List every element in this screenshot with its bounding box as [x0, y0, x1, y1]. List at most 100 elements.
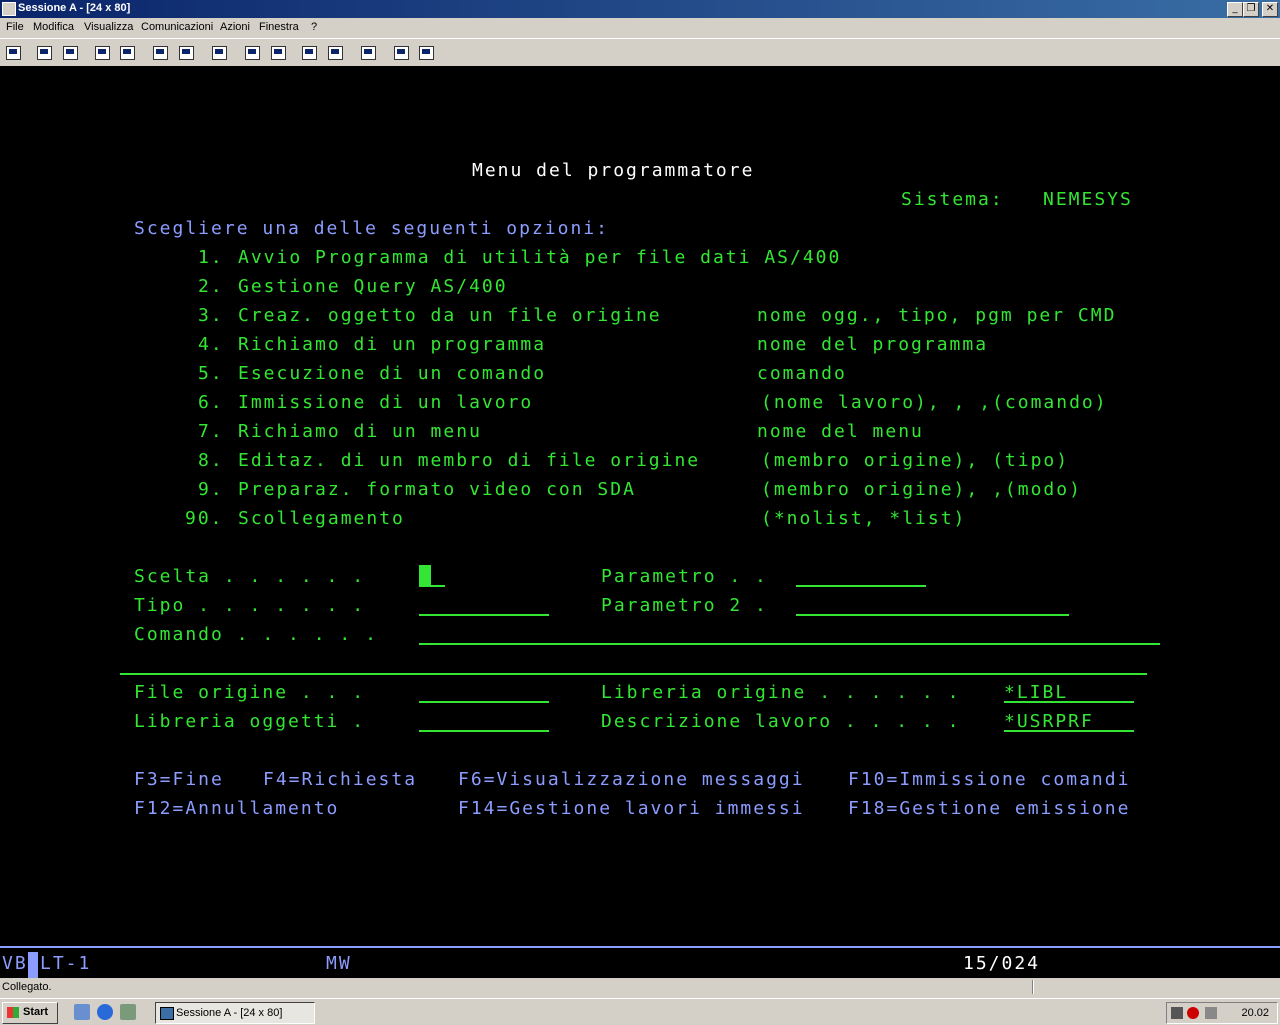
network-icon[interactable]	[120, 1004, 136, 1020]
menu-visualizza[interactable]: Visualizza	[84, 21, 133, 33]
scelta-input[interactable]	[419, 585, 445, 587]
display-icon[interactable]	[150, 43, 170, 62]
menu-finestra[interactable]: Finestra	[259, 21, 299, 33]
status-divider	[1032, 980, 1034, 994]
option-label: Avvio Programma di utilità per file dati…	[238, 247, 842, 268]
option-label: Immissione di un lavoro	[238, 392, 534, 413]
fkey-f14[interactable]: F14=Gestione lavori immessi	[458, 799, 805, 819]
show-desktop-icon[interactable]	[74, 1004, 90, 1020]
session-icon	[160, 1007, 174, 1020]
option-label: Editaz. di un membro di file origine	[238, 450, 701, 471]
menu-bar: File Modifica Visualizza Comunicazioni A…	[0, 18, 1280, 38]
window-title: Sessione A - [24 x 80]	[18, 2, 131, 14]
screen-title: Menu del programmatore	[472, 160, 755, 181]
copy-icon[interactable]	[34, 43, 54, 62]
text-cursor	[419, 565, 431, 585]
option-num: 2.	[198, 276, 224, 297]
tipo-input[interactable]	[419, 614, 549, 616]
windows-logo-icon	[7, 1007, 19, 1018]
system-tray: 20.02	[1166, 1002, 1278, 1024]
file-origine-label: File origine . . .	[134, 682, 366, 703]
fkey-f6[interactable]: F6=Visualizzazione messaggi	[458, 770, 805, 790]
comando-label: Comando . . . . . .	[134, 624, 378, 645]
parametro-label: Parametro . .	[601, 566, 768, 587]
print-screen-icon[interactable]	[3, 43, 23, 62]
cursor-position: 15/024	[963, 953, 1041, 974]
libreria-origine-label: Libreria origine . . . . . .	[601, 682, 961, 703]
fkey-f12[interactable]: F12=Annullamento	[134, 799, 339, 819]
option-label: Scollegamento	[238, 508, 405, 529]
help-icon[interactable]	[416, 43, 436, 62]
keyboard-icon[interactable]	[325, 43, 345, 62]
record-macro-icon[interactable]	[242, 43, 262, 62]
system-value: NEMESYS	[1043, 189, 1133, 210]
parametro-input[interactable]	[796, 585, 926, 587]
libreria-oggetti-input[interactable]	[419, 730, 549, 732]
send-file-icon[interactable]	[92, 43, 112, 62]
menu-file[interactable]: File	[6, 21, 24, 33]
menu-comunicazioni[interactable]: Comunicazioni	[141, 21, 213, 33]
option-num: 8.	[198, 450, 224, 471]
oia-indicator: VB	[2, 953, 28, 974]
option-hint: nome del menu	[757, 421, 924, 442]
option-hint: (nome lavoro), , ,(comando)	[761, 392, 1108, 413]
macro-icon[interactable]	[209, 43, 229, 62]
taskbar-item-label: Sessione A - [24 x 80]	[176, 1007, 283, 1019]
option-label: Richiamo di un programma	[238, 334, 547, 355]
oia-mode: MW	[326, 953, 352, 974]
network-status-icon[interactable]	[1171, 1007, 1183, 1019]
oia-status-line: VB LT-1 MW 15/024	[0, 946, 1280, 980]
option-hint: nome ogg., tipo, pgm per CMD	[757, 305, 1117, 326]
option-label: Creaz. oggetto da un file origine	[238, 305, 662, 326]
paste-icon[interactable]	[60, 43, 80, 62]
menu-help[interactable]: ?	[311, 21, 317, 33]
libreria-origine-input[interactable]	[1004, 701, 1134, 703]
play-macro-icon[interactable]	[299, 43, 319, 62]
clock: 20.02	[1241, 1007, 1269, 1019]
clipboard-icon[interactable]	[358, 43, 378, 62]
menu-modifica[interactable]: Modifica	[33, 21, 74, 33]
antivirus-icon[interactable]	[1187, 1007, 1199, 1019]
volume-icon[interactable]	[1205, 1007, 1217, 1019]
fkey-f4[interactable]: F4=Richiesta	[263, 770, 417, 790]
option-num: 4.	[198, 334, 224, 355]
option-num: 1.	[198, 247, 224, 268]
globe-icon[interactable]	[391, 43, 411, 62]
parametro2-label: Parametro 2 .	[601, 595, 768, 616]
file-origine-input[interactable]	[419, 701, 549, 703]
menu-azioni[interactable]: Azioni	[220, 21, 250, 33]
option-hint: (*nolist, *list)	[761, 508, 967, 529]
receive-file-icon[interactable]	[117, 43, 137, 62]
fkey-f10[interactable]: F10=Immissione comandi	[848, 770, 1130, 790]
taskbar-item-sessione[interactable]: Sessione A - [24 x 80]	[155, 1002, 315, 1024]
prompt-text: Scegliere una delle seguenti opzioni:	[134, 218, 609, 239]
fkey-f3[interactable]: F3=Fine	[134, 770, 224, 790]
option-hint: comando	[757, 363, 847, 384]
scelta-label: Scelta . . . . . .	[134, 566, 366, 587]
start-button[interactable]: Start	[2, 1002, 58, 1024]
descrizione-lavoro-label: Descrizione lavoro . . . . .	[601, 711, 961, 732]
internet-explorer-icon[interactable]	[97, 1004, 113, 1020]
status-bar: Collegato.	[0, 978, 1280, 996]
close-button[interactable]: ✕	[1262, 2, 1278, 17]
toolbar	[0, 38, 1280, 68]
libreria-origine-value: *LIBL	[1004, 682, 1069, 703]
descrizione-lavoro-input[interactable]	[1004, 730, 1134, 732]
terminal-screen[interactable]: Menu del programmatore Sistema: NEMESYS …	[0, 66, 1280, 946]
option-label: Gestione Query AS/400	[238, 276, 508, 297]
stop-macro-icon[interactable]	[268, 43, 288, 62]
comando-input[interactable]	[419, 643, 1160, 645]
display-2-icon[interactable]	[176, 43, 196, 62]
separator-line	[120, 673, 1147, 675]
app-icon[interactable]	[2, 2, 16, 16]
option-label: Preparaz. formato video con SDA	[238, 479, 636, 500]
option-hint: (membro origine), ,(modo)	[761, 479, 1082, 500]
descrizione-lavoro-value: *USRPRF	[1004, 711, 1094, 732]
parametro2-input[interactable]	[796, 614, 1069, 616]
option-num: 6.	[198, 392, 224, 413]
restore-button[interactable]: ❐	[1243, 2, 1259, 17]
option-num: 90.	[185, 508, 224, 529]
fkey-f18[interactable]: F18=Gestione emissione	[848, 799, 1130, 819]
taskbar: Start Sessione A - [24 x 80] 20.02	[0, 998, 1280, 1025]
minimize-button[interactable]: _	[1227, 2, 1243, 17]
